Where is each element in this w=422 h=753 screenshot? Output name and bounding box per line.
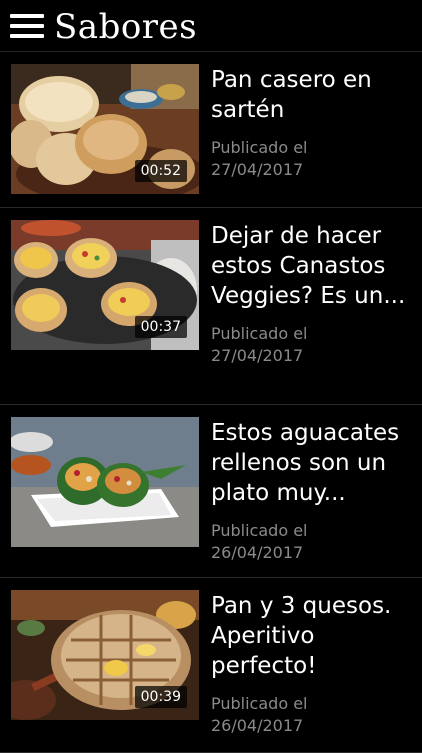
hamburger-menu-icon[interactable] bbox=[10, 13, 44, 38]
published-date: Publicado el 27/04/2017 bbox=[211, 323, 411, 367]
avocado-thumbnail-image bbox=[11, 417, 199, 547]
published-date: Publicado el 26/04/2017 bbox=[211, 520, 411, 564]
published-label: Publicado el bbox=[211, 324, 308, 343]
duration-badge: 00:37 bbox=[134, 316, 187, 338]
video-item[interactable]: 00:39 Pan y 3 quesos. Aperitivo perfecto… bbox=[0, 578, 422, 753]
date-value: 27/04/2017 bbox=[211, 160, 304, 179]
date-value: 26/04/2017 bbox=[211, 716, 304, 735]
video-info: Pan y 3 quesos. Aperitivo perfecto! Publ… bbox=[211, 590, 411, 752]
video-thumbnail[interactable]: 00:37 bbox=[11, 220, 199, 350]
published-label: Publicado el bbox=[211, 138, 308, 157]
video-info: Dejar de hacer estos Canastos Veggies? E… bbox=[211, 220, 411, 404]
video-list: 00:52 Pan casero en sartén Publicado el … bbox=[0, 52, 422, 753]
video-title[interactable]: Pan y 3 quesos. Aperitivo perfecto! bbox=[211, 591, 411, 681]
video-thumbnail[interactable]: 00:39 bbox=[11, 590, 199, 720]
published-label: Publicado el bbox=[211, 694, 308, 713]
video-thumbnail[interactable] bbox=[11, 417, 199, 547]
video-title[interactable]: Pan casero en sartén bbox=[211, 65, 411, 125]
published-label: Publicado el bbox=[211, 521, 308, 540]
app-title: Sabores bbox=[54, 6, 198, 47]
date-value: 27/04/2017 bbox=[211, 346, 304, 365]
video-title[interactable]: Estos aguacates rellenos son un plato mu… bbox=[211, 418, 411, 508]
published-date: Publicado el 26/04/2017 bbox=[211, 693, 411, 737]
video-thumbnail[interactable]: 00:52 bbox=[11, 64, 199, 194]
video-item[interactable]: 00:52 Pan casero en sartén Publicado el … bbox=[0, 52, 422, 208]
video-item[interactable]: 00:37 Dejar de hacer estos Canastos Vegg… bbox=[0, 208, 422, 405]
date-value: 26/04/2017 bbox=[211, 543, 304, 562]
video-title[interactable]: Dejar de hacer estos Canastos Veggies? E… bbox=[211, 221, 411, 311]
video-info: Pan casero en sartén Publicado el 27/04/… bbox=[211, 64, 411, 207]
video-info: Estos aguacates rellenos son un plato mu… bbox=[211, 417, 411, 577]
video-item[interactable]: Estos aguacates rellenos son un plato mu… bbox=[0, 405, 422, 578]
app-bar: Sabores bbox=[0, 0, 422, 52]
duration-badge: 00:52 bbox=[134, 160, 187, 182]
published-date: Publicado el 27/04/2017 bbox=[211, 137, 411, 181]
duration-badge: 00:39 bbox=[134, 686, 187, 708]
